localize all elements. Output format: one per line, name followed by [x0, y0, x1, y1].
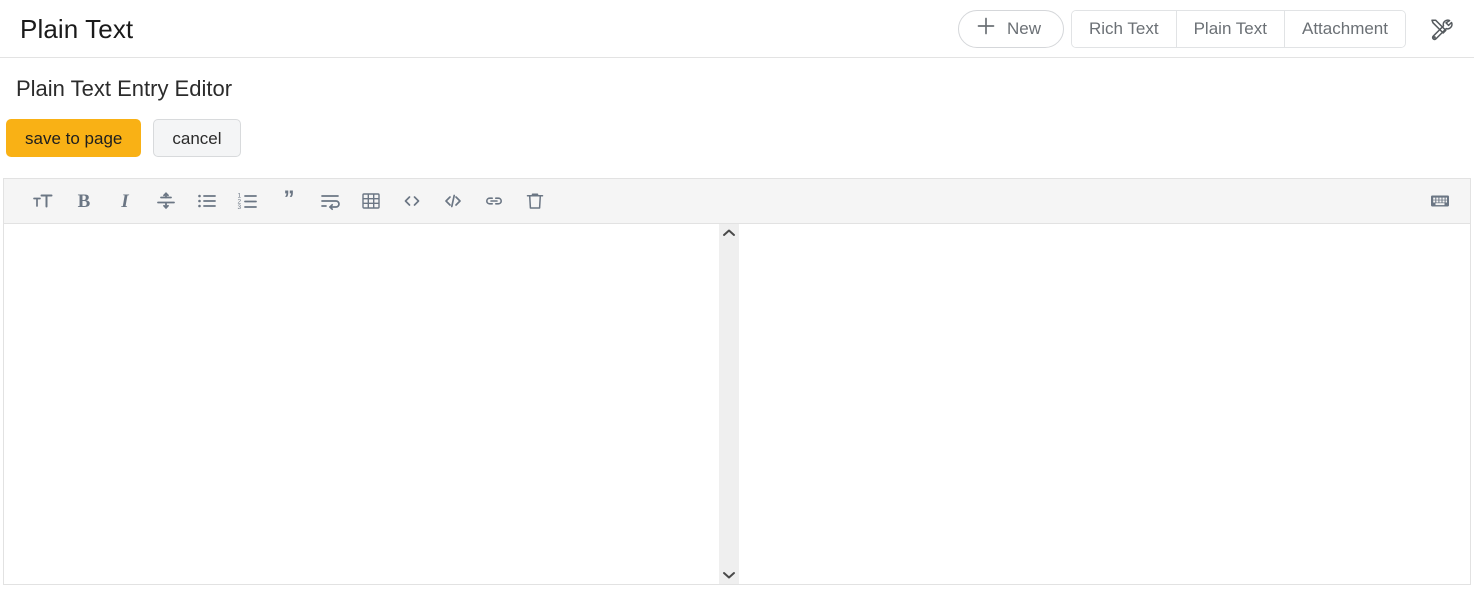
- plus-icon: [975, 15, 997, 42]
- cancel-button[interactable]: cancel: [153, 119, 241, 157]
- header-actions: New Rich Text Plain Text Attachment: [957, 9, 1458, 48]
- segment-plain-text-label: Plain Text: [1193, 18, 1267, 38]
- inline-code-icon[interactable]: [432, 183, 473, 219]
- code-block-icon[interactable]: [391, 183, 432, 219]
- svg-text:3: 3: [237, 204, 241, 211]
- page-title: Plain Text: [20, 13, 134, 44]
- font-size-icon[interactable]: [22, 183, 63, 219]
- scrollbar-track[interactable]: [719, 242, 739, 566]
- new-button-label: New: [1006, 18, 1041, 38]
- italic-icon[interactable]: I: [104, 183, 145, 219]
- editor-heading: Plain Text Entry Editor: [16, 76, 233, 101]
- svg-text:I: I: [120, 191, 129, 212]
- editor-action-buttons: save to page cancel: [6, 119, 1474, 157]
- link-icon[interactable]: [473, 183, 514, 219]
- plain-text-area-zone: [4, 224, 719, 584]
- editor-page: Plain Text Entry Editor save to page can…: [0, 78, 1474, 585]
- segment-rich-text[interactable]: Rich Text: [1071, 10, 1177, 47]
- segment-attachment-label: Attachment: [1302, 18, 1388, 38]
- entry-type-segmented-control: Rich Text Plain Text Attachment: [1070, 9, 1406, 48]
- editor-container: B I 1 2 3 ”: [3, 178, 1471, 585]
- segment-plain-text[interactable]: Plain Text: [1176, 10, 1285, 47]
- editor-body: [4, 224, 1470, 584]
- editor-toolbar: B I 1 2 3 ”: [4, 179, 1470, 224]
- svg-text:B: B: [77, 191, 90, 212]
- app-header: Plain Text New Rich Text Plain Text Atta…: [0, 0, 1474, 58]
- plain-text-input[interactable]: [4, 224, 719, 584]
- bulleted-list-icon[interactable]: [186, 183, 227, 219]
- quote-icon[interactable]: ”: [268, 183, 309, 219]
- scroll-down-chevron-down-icon[interactable]: [719, 566, 739, 584]
- tools-icon[interactable]: [1424, 12, 1458, 46]
- segment-attachment[interactable]: Attachment: [1285, 10, 1405, 47]
- indent-icon[interactable]: [309, 183, 350, 219]
- svg-text:”: ”: [283, 189, 294, 211]
- segment-rich-text-label: Rich Text: [1088, 18, 1159, 38]
- vertical-align-icon[interactable]: [145, 183, 186, 219]
- new-button[interactable]: New: [957, 9, 1064, 48]
- bold-icon[interactable]: B: [63, 183, 104, 219]
- save-to-page-button[interactable]: save to page: [6, 119, 142, 157]
- keyboard-icon[interactable]: [1419, 183, 1460, 219]
- trash-icon[interactable]: [514, 183, 555, 219]
- editor-scrollbar[interactable]: [719, 224, 739, 584]
- scroll-up-chevron-up-icon[interactable]: [719, 224, 739, 242]
- numbered-list-icon[interactable]: 1 2 3: [227, 183, 268, 219]
- table-icon[interactable]: [350, 183, 391, 219]
